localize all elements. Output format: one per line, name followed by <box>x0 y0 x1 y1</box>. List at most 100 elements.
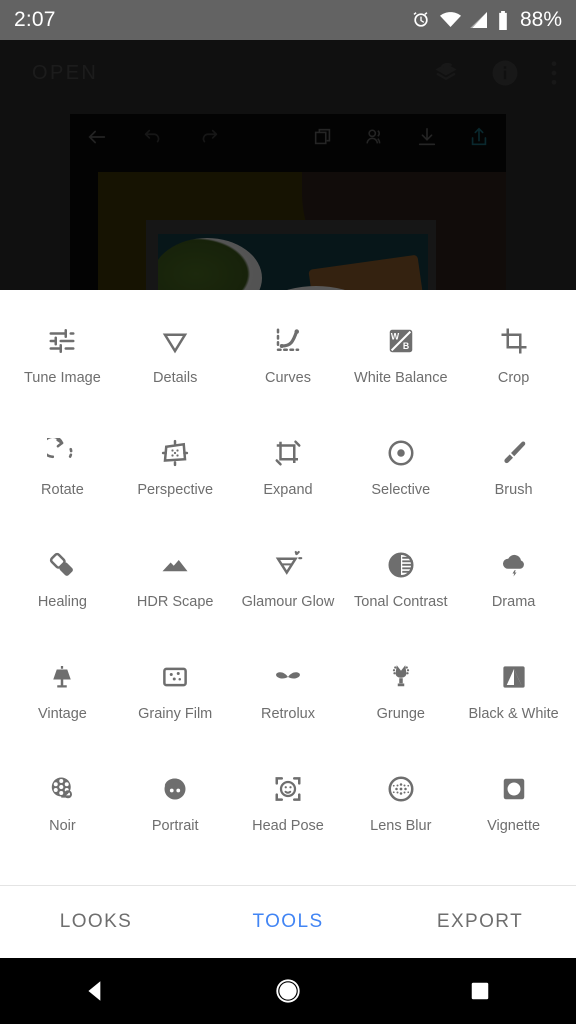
tool-label: Noir <box>49 818 76 834</box>
tool-expand[interactable]: Expand <box>232 426 345 538</box>
tool-label: Black & White <box>468 706 559 722</box>
brush-icon <box>493 432 535 474</box>
tool-perspective[interactable]: Perspective <box>119 426 232 538</box>
tool-crop[interactable]: Crop <box>457 314 570 426</box>
tool-label: White Balance <box>354 370 448 386</box>
healing-bandage-icon <box>41 544 83 586</box>
tool-label: Expand <box>263 482 313 498</box>
tab-tools[interactable]: TOOLS <box>192 911 384 933</box>
details-triangle-icon <box>154 320 196 362</box>
tool-grainy-film[interactable]: Grainy Film <box>119 650 232 762</box>
stack-layers-icon[interactable] <box>432 59 460 87</box>
crop-icon <box>493 320 535 362</box>
drama-cloud-icon <box>493 544 535 586</box>
download-icon[interactable] <box>416 126 438 148</box>
portrait-people-icon[interactable] <box>364 126 386 148</box>
tune-sliders-icon <box>41 320 83 362</box>
black-and-white-icon <box>493 656 535 698</box>
tool-portrait[interactable]: Portrait <box>119 762 232 874</box>
tool-label: Curves <box>265 370 311 386</box>
tool-drama[interactable]: Drama <box>457 538 570 650</box>
back-triangle-icon[interactable] <box>0 978 192 1004</box>
tool-label: Tune Image <box>23 370 101 386</box>
tool-lens-blur[interactable]: Lens Blur <box>344 762 457 874</box>
tool-label: Vintage <box>37 706 87 722</box>
tool-glamour-glow[interactable]: Glamour Glow <box>232 538 345 650</box>
photo-greens <box>158 238 262 290</box>
android-navigation-bar <box>0 958 576 1024</box>
tool-noir[interactable]: Noir <box>6 762 119 874</box>
tool-retrolux[interactable]: Retrolux <box>232 650 345 762</box>
expand-icon <box>267 432 309 474</box>
tool-details[interactable]: Details <box>119 314 232 426</box>
editor-canvas <box>70 114 506 290</box>
tools-grid: Tune Image Details Curves W B White Bala… <box>0 290 576 885</box>
tool-black-and-white[interactable]: Black & White <box>457 650 570 762</box>
info-icon[interactable] <box>490 58 520 88</box>
tool-tonal-contrast[interactable]: Tonal Contrast <box>344 538 457 650</box>
undo-icon[interactable] <box>142 126 164 148</box>
overflow-menu-icon[interactable] <box>550 59 558 87</box>
tool-label: Retrolux <box>260 706 315 722</box>
tool-grunge[interactable]: Grunge <box>344 650 457 762</box>
tools-sheet: Tune Image Details Curves W B White Bala… <box>0 290 576 958</box>
tool-curves[interactable]: Curves <box>232 314 345 426</box>
tool-healing[interactable]: Healing <box>6 538 119 650</box>
noir-film-reel-icon <box>41 768 83 810</box>
curves-icon <box>267 320 309 362</box>
tool-label: Brush <box>494 482 533 498</box>
tool-label: Vignette <box>487 818 541 834</box>
home-circle-icon[interactable] <box>192 977 384 1005</box>
grainy-film-icon <box>154 656 196 698</box>
vignette-icon <box>493 768 535 810</box>
hdr-mountains-icon <box>154 544 196 586</box>
battery-icon <box>497 10 509 30</box>
status-time: 2:07 <box>14 8 56 31</box>
tool-head-pose[interactable]: Head Pose <box>232 762 345 874</box>
lens-blur-icon <box>380 768 422 810</box>
status-icon-group: 88% <box>411 8 562 32</box>
tool-label: Lens Blur <box>370 818 432 834</box>
white-balance-icon: W B <box>380 320 422 362</box>
tool-selective[interactable]: Selective <box>344 426 457 538</box>
tool-label: HDR Scape <box>136 594 214 610</box>
app-bar: OPEN <box>0 40 576 106</box>
editor-toolbar <box>70 114 506 160</box>
bottom-tab-bar: LOOKS TOOLS EXPORT <box>0 886 576 958</box>
app-bar-open-label[interactable]: OPEN <box>32 62 432 85</box>
tool-label: Tonal Contrast <box>354 594 448 610</box>
tool-label: Perspective <box>137 482 214 498</box>
status-bar: 2:07 88% <box>0 0 576 40</box>
glamour-glow-icon <box>267 544 309 586</box>
tool-label: Grainy Film <box>138 706 213 722</box>
recents-square-icon[interactable] <box>384 980 576 1002</box>
battery-percent-label: 88% <box>519 8 562 31</box>
tonal-contrast-icon <box>380 544 422 586</box>
redo-icon[interactable] <box>198 126 220 148</box>
back-arrow-icon[interactable] <box>86 126 108 148</box>
tool-label: Crop <box>497 370 530 386</box>
photo-card <box>146 220 436 290</box>
phone-screen: 2:07 88% OPEN Tune Image Details Curves … <box>0 0 576 1024</box>
edited-photo <box>98 172 506 290</box>
tool-hdr-scape[interactable]: HDR Scape <box>119 538 232 650</box>
tab-export[interactable]: EXPORT <box>384 911 576 933</box>
photo-content <box>158 234 428 290</box>
vintage-lamp-icon <box>41 656 83 698</box>
selective-target-icon <box>380 432 422 474</box>
portrait-face-icon <box>154 768 196 810</box>
tool-vignette[interactable]: Vignette <box>457 762 570 874</box>
tool-rotate[interactable]: Rotate <box>6 426 119 538</box>
tool-label: Glamour Glow <box>241 594 335 610</box>
tool-tune-image[interactable]: Tune Image <box>6 314 119 426</box>
grunge-guitar-icon <box>380 656 422 698</box>
tab-looks[interactable]: LOOKS <box>0 911 192 933</box>
tool-brush[interactable]: Brush <box>457 426 570 538</box>
tool-white-balance[interactable]: W B White Balance <box>344 314 457 426</box>
share-export-icon[interactable] <box>468 126 490 148</box>
tool-vintage[interactable]: Vintage <box>6 650 119 762</box>
photo-cutting-board <box>308 254 426 290</box>
tool-label: Rotate <box>41 482 84 498</box>
tool-label: Head Pose <box>252 818 324 834</box>
stack-copies-icon[interactable] <box>312 126 334 148</box>
